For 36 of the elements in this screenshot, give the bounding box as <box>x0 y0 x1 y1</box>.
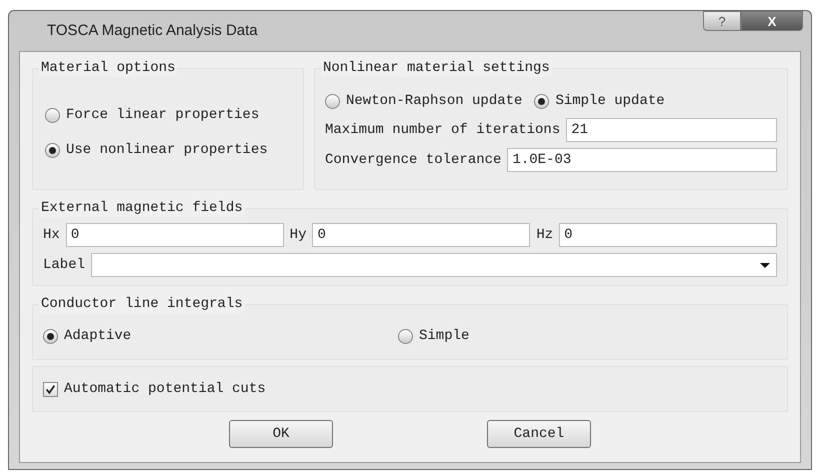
dialog-button[interactable]: OK <box>229 420 333 448</box>
field-label: Hz <box>536 226 554 244</box>
radio-button[interactable] <box>45 143 60 158</box>
dropdown-field[interactable] <box>91 253 777 277</box>
input-field[interactable]: 0 <box>559 223 778 247</box>
help-button[interactable]: ? <box>703 11 741 31</box>
field-label: Convergence tolerance <box>325 150 502 170</box>
radio-label: Simple <box>419 326 470 346</box>
group-title: Material options <box>39 59 178 77</box>
field-label: Maximum number of iterations <box>325 120 560 140</box>
radio-button[interactable] <box>534 94 550 109</box>
input-field[interactable]: 0 <box>312 223 530 247</box>
window-title: TOSCA Magnetic Analysis Data <box>47 20 258 41</box>
input-field[interactable]: 1.0E-03 <box>507 148 777 172</box>
field-label: Label <box>43 256 86 274</box>
radio-button[interactable] <box>325 94 340 109</box>
group-title: Nonlinear material settings <box>321 59 552 77</box>
input-field[interactable]: 0 <box>66 223 284 247</box>
radio-label: Use nonlinear properties <box>66 141 268 160</box>
close-button[interactable]: X <box>741 11 803 31</box>
field-label: Hx <box>43 226 60 244</box>
input-field[interactable]: 21 <box>566 118 777 142</box>
radio-label: Force linear properties <box>66 106 260 125</box>
group-title: Conductor line integrals <box>39 295 245 313</box>
dropdown-arrow-icon <box>760 262 770 268</box>
radio-label: Newton-Raphson update <box>346 92 522 111</box>
checkbox-label: Automatic potential cuts <box>64 380 266 398</box>
dialog-button[interactable]: Cancel <box>487 420 591 448</box>
checkbox[interactable] <box>43 382 58 396</box>
radio-button[interactable] <box>45 108 60 123</box>
radio-label: Simple update <box>555 92 665 111</box>
group-title: External magnetic fields <box>39 199 245 217</box>
radio-button[interactable] <box>398 328 413 344</box>
radio-label: Adaptive <box>64 326 132 346</box>
radio-button[interactable] <box>43 328 58 344</box>
field-label: Hy <box>290 226 306 244</box>
